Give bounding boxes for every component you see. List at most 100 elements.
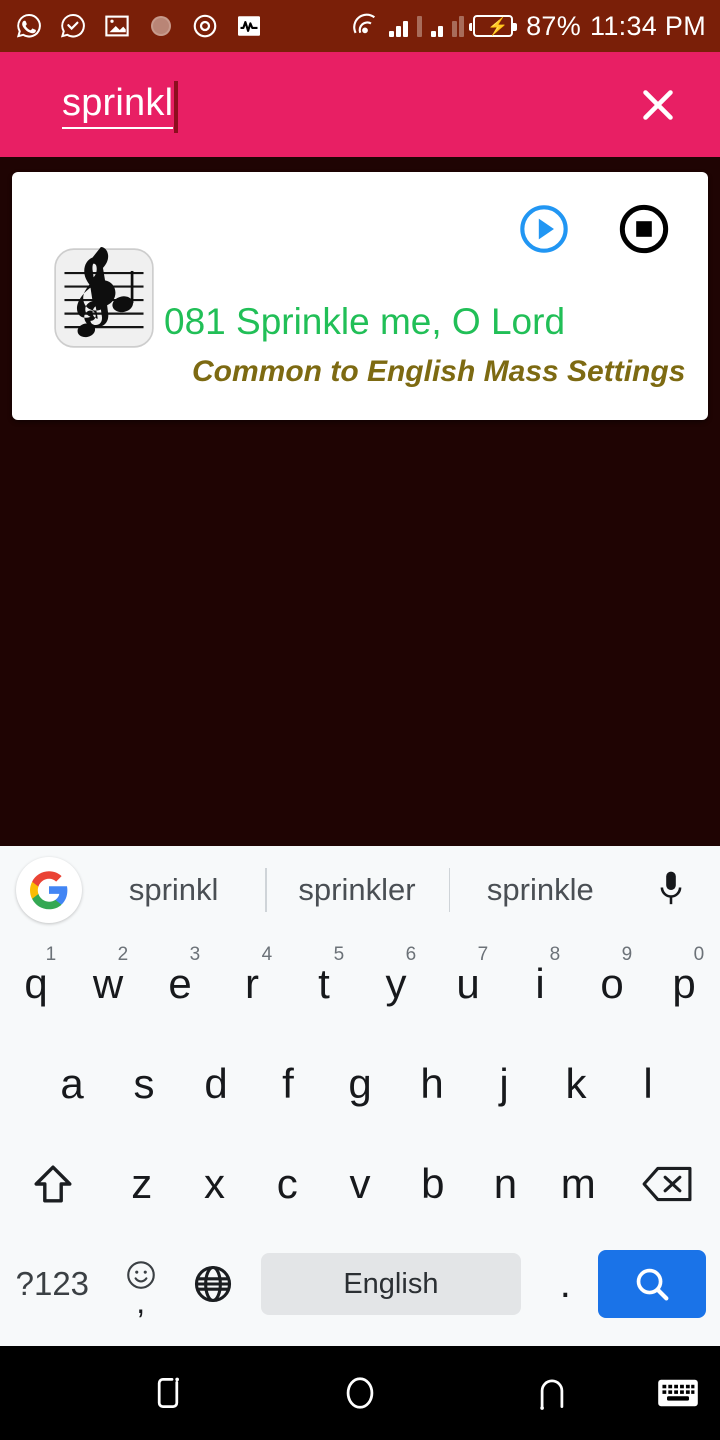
key-h[interactable]: h: [396, 1034, 468, 1134]
key-v[interactable]: v: [324, 1134, 397, 1234]
key-i[interactable]: 8i: [504, 934, 576, 1034]
backspace-icon: [642, 1166, 692, 1202]
recents-button[interactable]: [138, 1346, 198, 1440]
search-query-text: sprinkl: [62, 81, 174, 129]
key-r[interactable]: 4r: [216, 934, 288, 1034]
key-x[interactable]: x: [178, 1134, 251, 1234]
key-label: o: [600, 960, 624, 1007]
key-hint: 2: [117, 944, 129, 965]
suggestion-list: sprinkl sprinkler sprinkle: [82, 846, 632, 934]
play-button[interactable]: [518, 203, 570, 255]
emoji-comma-key[interactable]: ,: [105, 1234, 177, 1334]
key-hint: 9: [621, 944, 633, 965]
keyboard: sprinkl sprinkler sprinkle 1q 2w 3e 4r 5…: [0, 846, 720, 1346]
key-d[interactable]: d: [180, 1034, 252, 1134]
backspace-key[interactable]: [615, 1134, 720, 1234]
back-button[interactable]: [522, 1346, 582, 1440]
keyboard-row-4: ?123 , English .: [0, 1234, 720, 1334]
key-g[interactable]: g: [324, 1034, 396, 1134]
back-arch-icon: [540, 1379, 564, 1410]
key-t[interactable]: 5t: [288, 934, 360, 1034]
whatsapp-icon: [16, 13, 41, 38]
key-hint: 7: [477, 944, 489, 965]
key-hint: 4: [261, 944, 273, 965]
song-title: 081 Sprinkle me, O Lord: [164, 301, 566, 342]
language-switch-key[interactable]: [177, 1234, 249, 1334]
shift-key[interactable]: [0, 1134, 105, 1234]
cast-signal-icon: [353, 13, 376, 34]
period-key[interactable]: .: [533, 1234, 598, 1334]
playback-controls: [518, 203, 670, 255]
key-k[interactable]: k: [540, 1034, 612, 1134]
music-score-icon: [54, 247, 154, 348]
signal-strength-sim2-empty-icon: [452, 15, 465, 37]
suggestion-strip: sprinkl sprinkler sprinkle: [0, 846, 720, 934]
key-hint: 3: [189, 944, 201, 965]
key-p[interactable]: 0p: [648, 934, 720, 1034]
suggestion-item-2[interactable]: sprinkler: [265, 846, 448, 934]
close-search-button[interactable]: [632, 79, 684, 131]
key-hint: 5: [333, 944, 345, 965]
clock: 11:34 PM: [590, 10, 706, 41]
symbols-key[interactable]: ?123: [0, 1234, 105, 1334]
key-y[interactable]: 6y: [360, 934, 432, 1034]
spacebar-key[interactable]: English: [260, 1253, 521, 1315]
key-q[interactable]: 1q: [0, 934, 72, 1034]
key-m[interactable]: m: [542, 1134, 615, 1234]
status-bar-system-icons: ⚡ 87% 11:34 PM: [350, 11, 706, 42]
signal-strength-sim1-icon: [389, 15, 409, 37]
search-input[interactable]: sprinkl: [62, 80, 179, 133]
messenger-check-icon: [60, 13, 85, 38]
search-icon: [636, 1268, 669, 1301]
battery-percent: 87%: [526, 10, 582, 41]
suggestion-item-3[interactable]: sprinkle: [448, 846, 632, 934]
battery-charging-icon: ⚡: [469, 15, 518, 37]
google-logo-button[interactable]: [16, 857, 82, 923]
keyboard-row-1: 1q 2w 3e 4r 5t 6y 7u 8i 9o 0p: [0, 934, 720, 1034]
key-label: i: [535, 960, 545, 1007]
home-button[interactable]: [330, 1346, 390, 1440]
microphone-icon: [660, 871, 682, 905]
status-bar-notification-icons: [14, 11, 264, 41]
key-label: q: [24, 960, 48, 1007]
comma-label: ,: [136, 1284, 146, 1320]
search-bar: sprinkl: [0, 52, 720, 157]
stop-button[interactable]: [618, 203, 670, 255]
signal-strength-sim1-empty-icon: [417, 15, 423, 37]
key-w[interactable]: 2w: [72, 934, 144, 1034]
key-j[interactable]: j: [468, 1034, 540, 1134]
keyboard-icon: [658, 1379, 698, 1407]
suggestion-item-1[interactable]: sprinkl: [82, 846, 265, 934]
key-f[interactable]: f: [252, 1034, 324, 1134]
key-u[interactable]: 7u: [432, 934, 504, 1034]
key-z[interactable]: z: [105, 1134, 178, 1234]
key-o[interactable]: 9o: [576, 934, 648, 1034]
key-l[interactable]: l: [612, 1034, 684, 1134]
key-c[interactable]: c: [251, 1134, 324, 1234]
pulse-icon: [238, 16, 260, 36]
hide-keyboard-button[interactable]: [648, 1346, 708, 1440]
key-label: t: [318, 960, 330, 1007]
key-n[interactable]: n: [469, 1134, 542, 1234]
key-label: u: [456, 960, 480, 1007]
home-circle-icon: [346, 1377, 374, 1409]
voice-input-button[interactable]: [632, 846, 710, 934]
text-caret: [174, 80, 179, 133]
phone-screen: ⚡ 87% 11:34 PM sprinkl 081 Sprinkle me, …: [0, 0, 720, 1440]
key-a[interactable]: a: [36, 1034, 108, 1134]
key-label: y: [385, 960, 407, 1007]
key-b[interactable]: b: [396, 1134, 469, 1234]
google-g-icon: [30, 871, 68, 910]
recents-icon: [157, 1377, 179, 1408]
key-s[interactable]: s: [108, 1034, 180, 1134]
search-key[interactable]: [597, 1250, 706, 1318]
key-label: p: [672, 960, 696, 1007]
target-icon: [193, 14, 217, 38]
key-label: w: [92, 960, 124, 1007]
signal-strength-sim2-icon: [431, 15, 444, 37]
key-label: r: [245, 960, 259, 1007]
circle-dot-icon: [151, 16, 171, 36]
key-e[interactable]: 3e: [144, 934, 216, 1034]
close-icon: [643, 89, 673, 120]
keyboard-row-2: a s d f g h j k l: [0, 1034, 720, 1134]
